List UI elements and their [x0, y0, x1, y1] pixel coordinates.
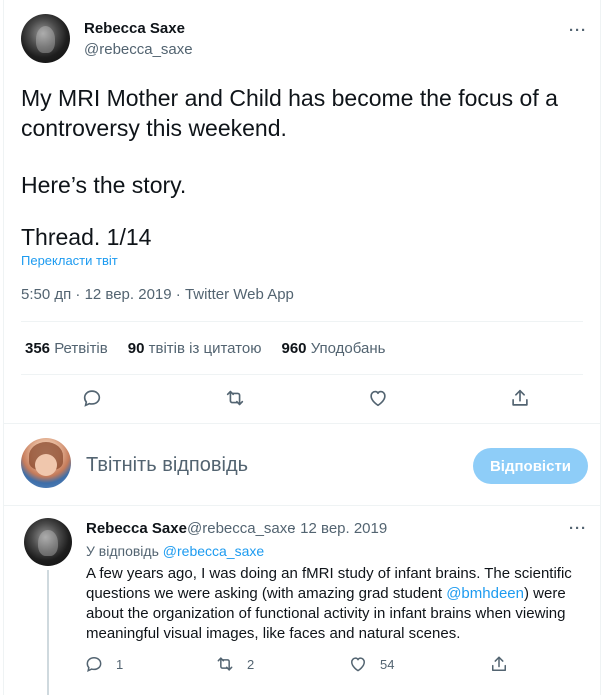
- reply-author-avatar[interactable]: [24, 518, 72, 566]
- divider: [21, 374, 583, 375]
- replying-to-handle[interactable]: @rebecca_saxe: [163, 543, 264, 559]
- reply-input[interactable]: Твітніть відповідь: [86, 454, 248, 477]
- quotes-stat[interactable]: 90 твітів із цитатою: [128, 340, 262, 357]
- current-user-avatar: [21, 438, 71, 488]
- reply-icon: [86, 656, 102, 672]
- like-action[interactable]: 54: [348, 654, 394, 674]
- like-count: 54: [380, 656, 395, 672]
- divider: [4, 423, 600, 424]
- tweet-detail-panel: Rebecca Saxe @rebecca_saxe ··· My MRI Mo…: [3, 0, 601, 695]
- tweet-text-line3: Here’s the story.: [21, 172, 187, 198]
- share-icon[interactable]: [508, 386, 532, 410]
- retweet-action[interactable]: 2: [215, 654, 254, 674]
- share-action[interactable]: [489, 654, 509, 674]
- replying-to: У відповідь @rebecca_saxe: [86, 543, 265, 559]
- share-icon: [492, 656, 506, 671]
- divider: [21, 321, 583, 322]
- like-icon: [351, 657, 365, 672]
- like-icon[interactable]: [366, 386, 390, 410]
- reply-icon[interactable]: [80, 386, 104, 410]
- tweet-stats: 356 Ретвітів 90 твітів із цитатою 960 Уп…: [25, 340, 385, 357]
- author-avatar[interactable]: [21, 14, 70, 63]
- thread-connector-line: [47, 570, 49, 695]
- retweet-icon[interactable]: [223, 386, 247, 410]
- tweet-text-line4: Thread. 1/14: [21, 224, 152, 250]
- reply-button[interactable]: Відповісти: [473, 448, 588, 484]
- tweet-timestamp[interactable]: 5:50 дп · 12 вер. 2019 · Twitter Web App: [21, 286, 294, 303]
- reply-count: 1: [116, 656, 124, 672]
- reply-more-options-icon[interactable]: ···: [569, 520, 587, 537]
- reply-tweet-text: A few years ago, I was doing an fMRI stu…: [86, 565, 572, 642]
- likes-stat[interactable]: 960 Уподобань: [281, 340, 385, 357]
- translate-tweet-link[interactable]: Перекласти твіт: [21, 253, 118, 268]
- mention-link[interactable]: @bmhdeen: [446, 585, 524, 602]
- author-handle[interactable]: @rebecca_saxe: [84, 41, 193, 58]
- reply-author-handle[interactable]: @rebecca_saxe: [187, 520, 296, 537]
- reply-date[interactable]: · 12 вер. 2019: [291, 520, 387, 537]
- reply-action[interactable]: 1: [84, 654, 123, 674]
- divider: [4, 505, 600, 506]
- retweet-count: 2: [247, 656, 255, 672]
- more-options-icon[interactable]: ···: [569, 22, 587, 39]
- retweet-icon: [217, 657, 233, 671]
- retweets-stat[interactable]: 356 Ретвітів: [25, 340, 108, 357]
- tweet-text-line2: controversy this weekend.: [21, 115, 287, 141]
- author-name[interactable]: Rebecca Saxe: [84, 20, 185, 37]
- tweet-text-line1: My MRI Mother and Child has become the f…: [21, 85, 558, 111]
- reply-author-name[interactable]: Rebecca Saxe: [86, 520, 187, 537]
